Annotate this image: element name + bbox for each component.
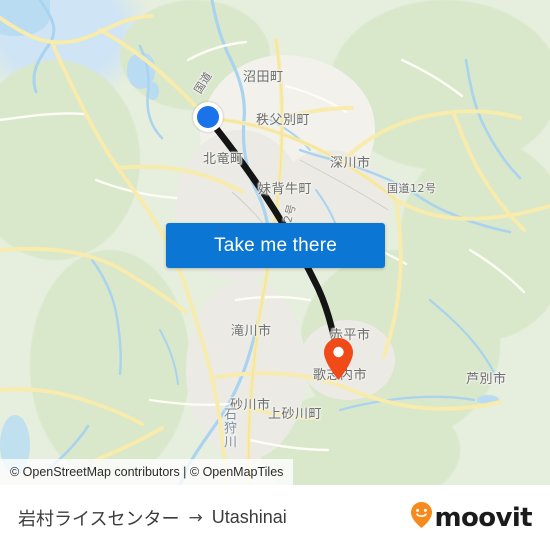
- trip-summary: 岩村ライスセンター → Utashinai: [18, 505, 287, 531]
- map-label-hokuryu: 北竜町: [203, 152, 244, 167]
- moovit-map-screen: 沼田町 秩父別町 北竜町 妹背牛町 深川市 国道12号 滝川市 赤平市 歌志内市…: [0, 0, 550, 550]
- trip-origin-label: 岩村ライスセンター: [18, 508, 180, 530]
- origin-dot-inner: [197, 106, 219, 128]
- map-label-route12-east: 国道12号: [387, 182, 437, 195]
- trip-destination-label: Utashinai: [211, 507, 287, 527]
- attribution-text: © OpenStreetMap contributors | © OpenMap…: [10, 465, 284, 479]
- map-label-ashibetsu: 芦別市: [466, 372, 507, 387]
- map-canvas[interactable]: 沼田町 秩父別町 北竜町 妹背牛町 深川市 国道12号 滝川市 赤平市 歌志内市…: [0, 0, 550, 485]
- map-label-chippubetsu: 秩父別町: [256, 113, 311, 128]
- map-label-numata: 沼田町: [243, 70, 284, 85]
- destination-pin[interactable]: [324, 338, 353, 380]
- map-label-takikawa: 滝川市: [231, 324, 272, 339]
- moovit-logo[interactable]: moovit: [411, 502, 533, 533]
- take-me-there-button[interactable]: Take me there: [166, 223, 385, 268]
- map-label-ishikari-river: 石狩川: [221, 407, 236, 449]
- map-label-kamisunagawa: 上砂川町: [268, 407, 323, 422]
- moovit-pin-icon: [411, 502, 433, 533]
- arrow-right-icon: →: [188, 507, 203, 528]
- origin-dot[interactable]: [193, 102, 223, 132]
- map-label-moseushi: 妹背牛町: [258, 182, 313, 197]
- moovit-wordmark: moovit: [434, 502, 532, 533]
- footer-bar: 岩村ライスセンター → Utashinai moovit: [0, 485, 550, 550]
- map-attribution[interactable]: © OpenStreetMap contributors | © OpenMap…: [0, 459, 294, 485]
- map-label-fukagawa: 深川市: [330, 156, 371, 171]
